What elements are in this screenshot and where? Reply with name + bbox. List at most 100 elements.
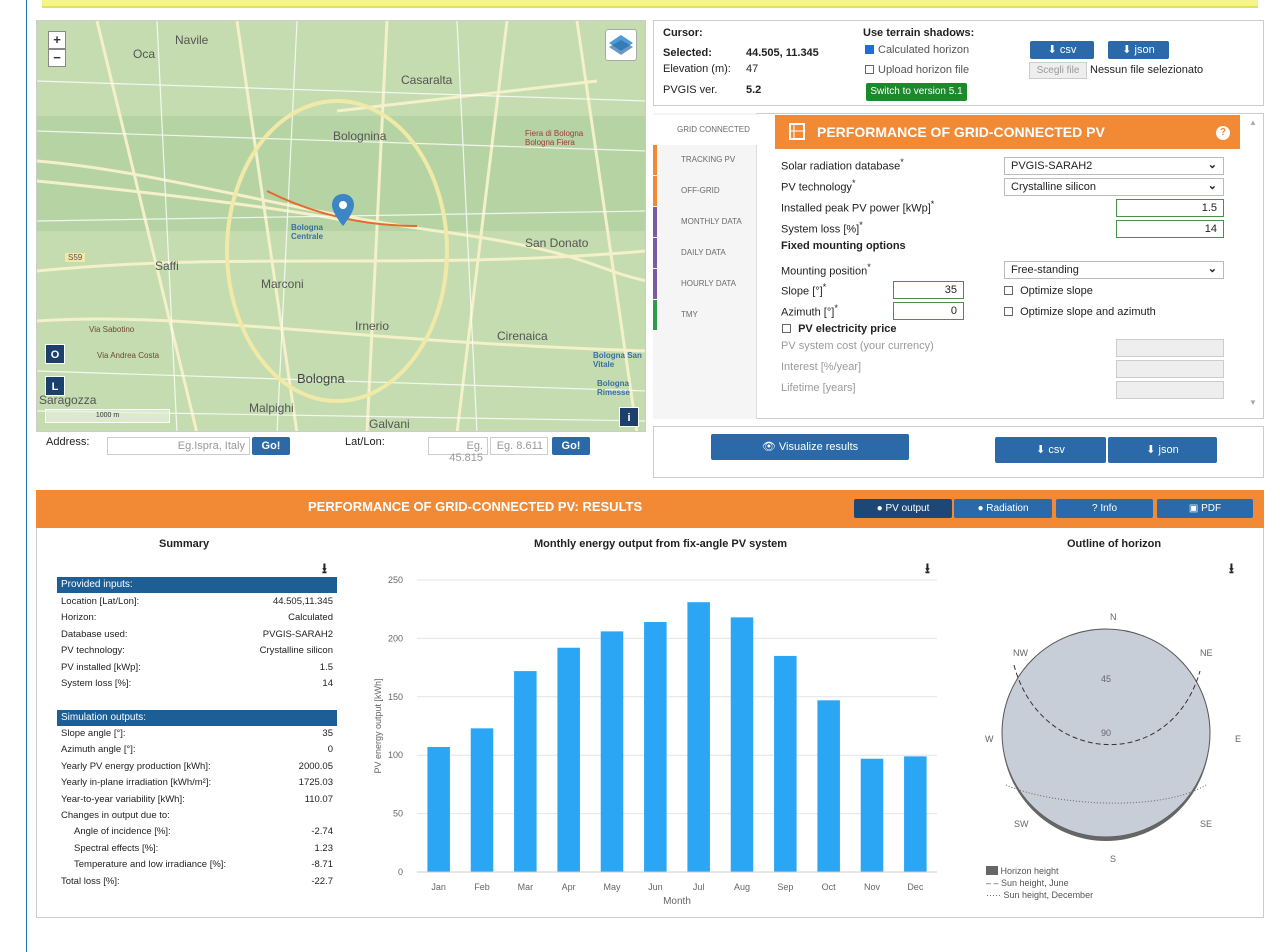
form-scrollbar[interactable]: ▲ ▼ [1249,118,1257,408]
switch-version-button[interactable]: Switch to version 5.1 [866,83,967,101]
no-file-label: Nessun file selezionato [1090,64,1204,76]
horizon-legend: Horizon height – – Sun height, June ····… [986,865,1093,901]
tab-daily-data[interactable]: DAILY DATA [653,238,757,268]
zoom-in-button[interactable]: + [48,31,66,49]
tab-label: TMY [681,310,698,319]
layers-button[interactable] [605,29,637,61]
peak-power-input[interactable]: 1.5 [1116,199,1224,217]
summary-key: Azimuth angle [°]: [61,744,136,756]
radiation-label: Radiation [986,503,1029,514]
summary-row: Spectral effects [%]: 1.23 [61,843,333,854]
results-csv-button[interactable]: ⬇ csv [995,437,1106,463]
help-icon[interactable]: ? [1216,126,1230,140]
summary-title: Summary [159,538,210,550]
calculated-horizon-checkbox[interactable]: Calculated horizon [865,44,969,56]
summary-row: Database used: PVGIS-SARAH2 [61,629,333,640]
legend-label: Sun height, June [1001,878,1069,888]
info-button[interactable]: ? Info [1056,499,1153,518]
optimize-both-checkbox[interactable]: Optimize slope and azimuth [1004,306,1156,318]
scroll-up-icon[interactable]: ▲ [1249,118,1257,127]
map-label: Bologna [297,371,345,386]
bar-mar [514,671,537,872]
map-marker-icon[interactable] [331,193,355,227]
lifetime-label: Lifetime [years] [781,382,856,394]
db-value: PVGIS-SARAH2 [1011,160,1093,172]
scroll-down-icon[interactable]: ▼ [1249,398,1257,407]
tab-off-grid[interactable]: OFF-GRID [653,176,757,206]
pv-output-button[interactable]: ● PV output [854,499,952,518]
bar-apr [557,647,580,872]
system-loss-input[interactable]: 14 [1116,220,1224,238]
tab-tmy[interactable]: TMY [653,300,757,330]
lifetime-input [1116,381,1224,399]
address-go-button[interactable]: Go! [252,437,290,455]
optimize-slope-label: Optimize slope [1020,285,1093,297]
tech-select[interactable]: Crystalline silicon ⌄ [1004,178,1224,196]
checkbox-icon [865,65,874,74]
azimuth-label-text: Azimuth [°] [781,306,835,319]
horizon-json-button[interactable]: ⬇ json [1108,41,1169,59]
zoom-out-button[interactable]: − [48,49,66,67]
choose-file-button[interactable]: Scegli file [1029,62,1087,79]
json-label: json [1158,444,1179,456]
upload-horizon-label: Upload horizon file [878,64,970,76]
legend-swatch [986,866,998,875]
slope-input[interactable]: 35 [893,281,964,299]
results-json-button[interactable]: ⬇ json [1108,437,1217,463]
summary-value: 1.23 [314,842,334,854]
pv-output-label: PV output [885,503,930,514]
summary-row: Location [Lat/Lon]: 44.505,11.345 [61,596,333,607]
summary-value: Crystalline silicon [259,645,333,657]
fixed-mounting-heading: Fixed mounting options [781,240,906,252]
address-label: Address: [46,436,90,448]
map-label: Bologna Rimesse [597,379,630,397]
tab-label: MONTHLY DATA [681,217,742,226]
layers-icon [609,35,633,55]
summary-row: PV technology: Crystalline silicon [61,645,333,656]
visualize-results-button[interactable]: 👁 Visualize results [711,434,909,460]
map-o-button[interactable]: O [45,344,65,364]
download-icon: ⬇ [1047,44,1060,56]
slope-label-text: Slope [°] [781,285,823,298]
summary-key: Yearly PV energy production [kWh]: [61,760,211,772]
csv-label: csv [1048,444,1065,456]
radiation-button[interactable]: ● Radiation [954,499,1052,518]
download-icon[interactable]: ⭳ [1229,558,1234,582]
elevation-label: Elevation (m): [663,63,731,75]
eye-icon: 👁 [761,441,779,453]
tab-monthly-data[interactable]: MONTHLY DATA [653,207,757,237]
horizon-csv-button[interactable]: ⬇ csv [1030,41,1094,59]
inputs-header: Provided inputs: [57,577,337,593]
x-tick-label: Oct [822,882,837,892]
tab-tracking-pv[interactable]: TRACKING PV [653,145,757,175]
summary-key: Changes in output due to: [61,810,170,821]
summary-value: 1.5 [319,661,333,673]
mounting-select[interactable]: Free-standing ⌄ [1004,261,1224,279]
x-axis-label: Month [663,896,691,907]
loss-label-text: System loss [%] [781,223,860,236]
map-label: Bologna Centrale [291,223,324,241]
mount-label: Mounting position* [781,262,871,278]
db-select[interactable]: PVGIS-SARAH2 ⌄ [1004,157,1224,175]
azimuth-input[interactable]: 0 [893,302,964,320]
upload-horizon-checkbox[interactable]: Upload horizon file [865,64,969,76]
latlon-go-button[interactable]: Go! [552,437,590,455]
lat-input[interactable]: Eg. 45.815 [428,437,488,464]
map-info-button[interactable]: i [619,407,639,427]
lon-input[interactable]: Eg. 8.611 [490,437,548,455]
tab-label: TRACKING PV [681,155,736,164]
eye-icon: ● [977,503,987,514]
map-label: Navile [175,33,209,47]
tab-grid-connected[interactable]: GRID CONNECTED [653,115,757,145]
map[interactable]: + − O L i 1000 m Navile Oca Casaralta Bo… [36,20,646,432]
map-label: Bolognina [333,129,387,143]
pv-price-checkbox[interactable]: PV electricity price [782,323,897,335]
map-label: San Donato [525,236,589,250]
tab-hourly-data[interactable]: HOURLY DATA [653,269,757,299]
optimize-slope-checkbox[interactable]: Optimize slope [1004,285,1093,297]
map-label: Marconi [261,277,304,291]
map-label: Casaralta [401,73,453,87]
summary-value: 14 [322,678,333,689]
address-input[interactable]: Eg.Ispra, Italy [107,437,250,455]
pdf-button[interactable]: ▣ PDF [1157,499,1253,518]
